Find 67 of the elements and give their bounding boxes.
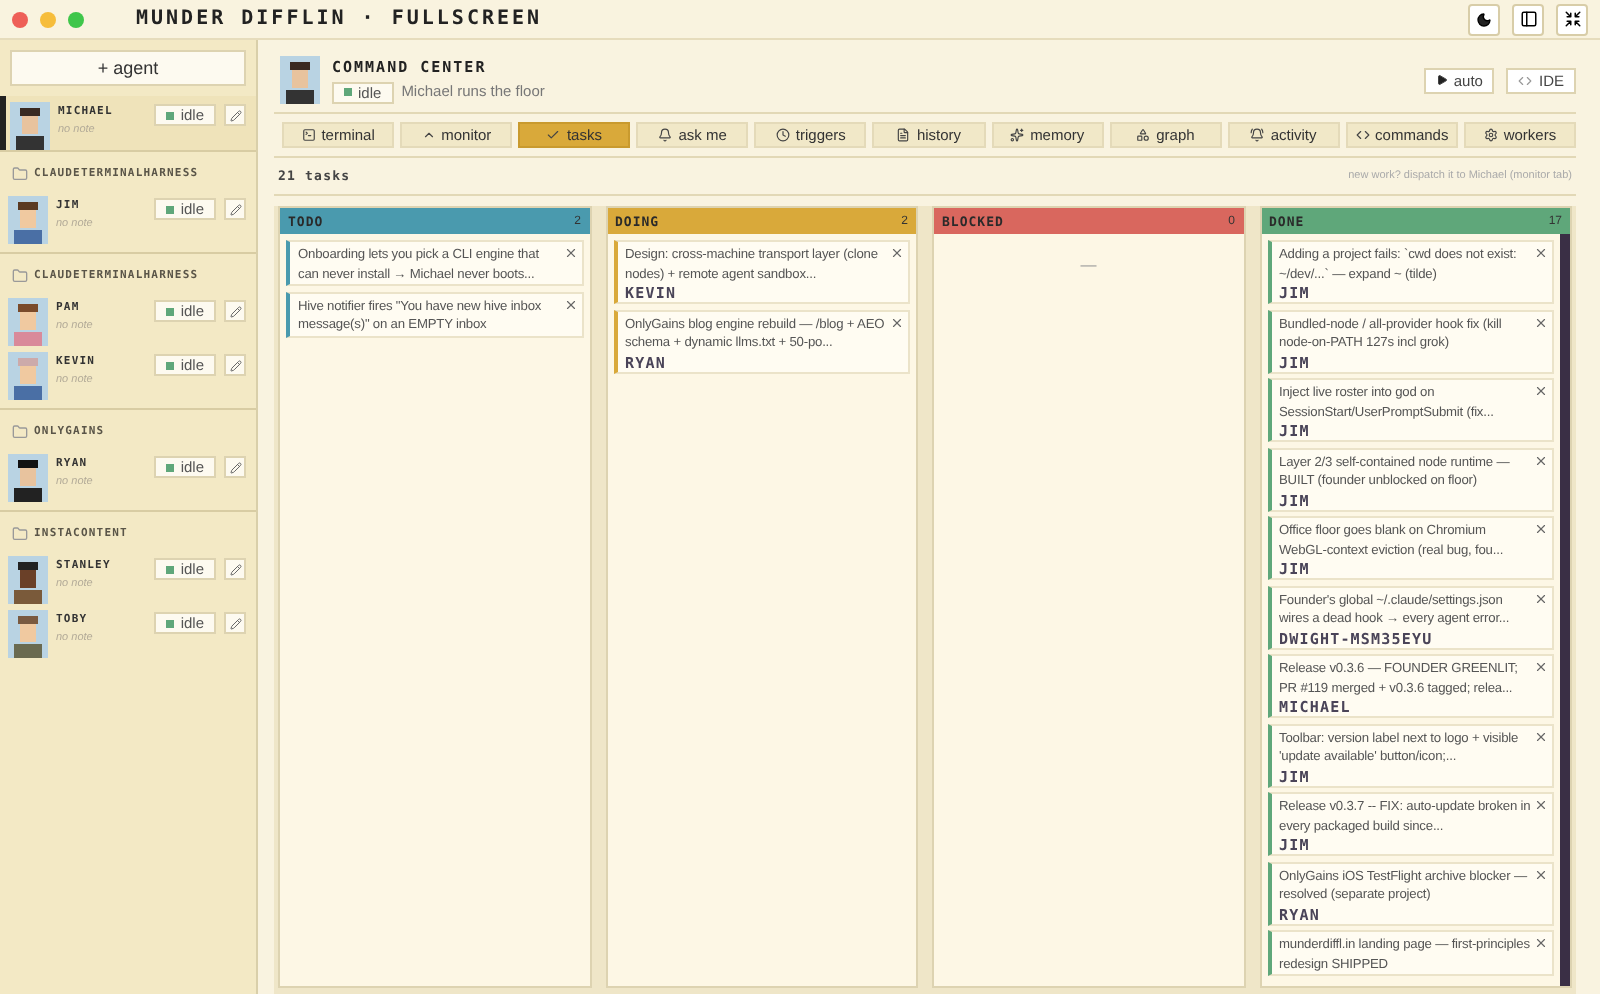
edit-icon [229, 305, 241, 317]
close-icon[interactable] [1534, 867, 1548, 881]
scrollbar[interactable] [1560, 234, 1570, 986]
close-icon[interactable] [890, 315, 904, 329]
add-agent-button[interactable]: + agent [10, 50, 246, 86]
close-icon[interactable] [1534, 729, 1548, 743]
sparkles-icon [1010, 128, 1025, 142]
code-icon [1518, 73, 1533, 87]
folder-icon [12, 424, 28, 440]
edit-icon [229, 359, 241, 371]
close-icon[interactable] [1534, 246, 1548, 260]
avatar-icon [10, 102, 50, 150]
edit-button[interactable] [224, 104, 246, 126]
close-icon[interactable] [1534, 591, 1548, 605]
exit-fullscreen-button[interactable] [1556, 3, 1588, 35]
window-title: MUNDER DIFFLIN · FULLSCREEN [136, 8, 545, 30]
sidebar-icon [1519, 10, 1537, 28]
avatar-icon [8, 298, 48, 346]
avatar-icon [8, 610, 48, 658]
sidebar-button[interactable] [1512, 3, 1544, 35]
avatar-icon [8, 556, 48, 604]
play-icon [1435, 74, 1448, 86]
bell-icon [1250, 128, 1265, 142]
check-icon [546, 128, 561, 142]
close-icon[interactable] [1534, 315, 1548, 329]
close-icon[interactable] [563, 297, 577, 311]
edit-icon [229, 461, 241, 473]
edit-icon [229, 617, 241, 629]
terminal-icon [301, 128, 316, 142]
avatar-icon [280, 56, 320, 104]
caret-icon [421, 128, 436, 142]
close-icon[interactable] [563, 246, 577, 260]
close-icon[interactable] [1534, 660, 1548, 674]
code-icon [1355, 128, 1370, 142]
edit-button[interactable] [224, 612, 246, 634]
edit-button[interactable] [224, 456, 246, 478]
edit-button[interactable] [224, 300, 246, 322]
moon-icon [1476, 11, 1492, 27]
close-icon[interactable] [1534, 522, 1548, 536]
edit-icon [229, 203, 241, 215]
avatar-icon [8, 352, 48, 400]
folder-icon [12, 268, 28, 284]
shrink-icon [1563, 10, 1581, 28]
edit-button[interactable] [224, 354, 246, 376]
theme-button[interactable] [1468, 3, 1500, 35]
close-icon[interactable] [1534, 453, 1548, 467]
empty-marker: — [1078, 254, 1099, 274]
folder-icon [12, 526, 28, 542]
close-icon[interactable] [1534, 384, 1548, 398]
edit-button[interactable] [224, 558, 246, 580]
close-icon[interactable] [1534, 936, 1548, 950]
clock-icon [775, 128, 790, 142]
folder-icon [12, 166, 28, 182]
edit-icon [229, 563, 241, 575]
avatar-icon [8, 196, 48, 244]
close-dot[interactable] [12, 11, 28, 27]
document-icon [896, 128, 911, 142]
bell-icon [658, 128, 673, 142]
minimize-dot[interactable] [40, 11, 56, 27]
settings-icon [1483, 128, 1498, 142]
zoom-dot[interactable] [68, 11, 84, 27]
edit-button[interactable] [224, 198, 246, 220]
close-icon[interactable] [1534, 798, 1548, 812]
shapes-icon [1136, 128, 1151, 142]
close-icon[interactable] [890, 246, 904, 260]
avatar-icon [8, 454, 48, 502]
edit-icon [229, 109, 241, 121]
